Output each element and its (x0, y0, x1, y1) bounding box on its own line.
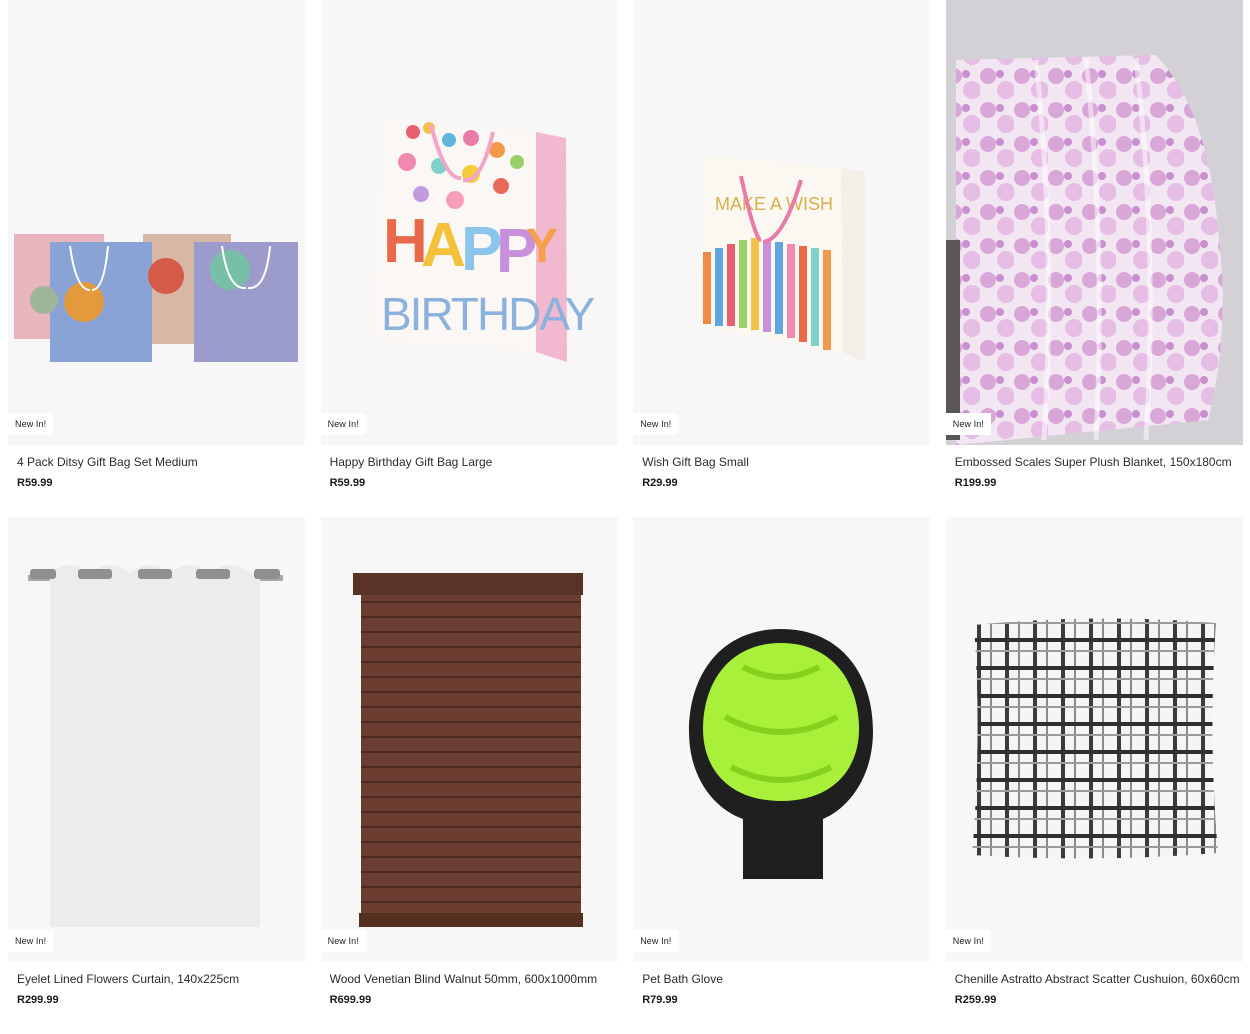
product-name[interactable]: Eyelet Lined Flowers Curtain, 140x225cm (17, 972, 305, 986)
blind-slat-line (360, 901, 581, 903)
product-grid-row-1: New In! 4 Pack Ditsy Gift Bag Set Medium… (8, 0, 1243, 500)
new-in-badge: New In! (320, 413, 366, 435)
product-price: R59.99 (17, 477, 53, 489)
product-price: R259.99 (954, 994, 997, 1006)
product-price: R299.99 (17, 994, 59, 1006)
blind-slat-line (360, 826, 581, 828)
blind-slat-line (360, 736, 581, 738)
product-price: R59.99 (329, 477, 366, 489)
blind-slat-line (360, 721, 581, 723)
product-name[interactable]: 4 Pack Ditsy Gift Bag Set Medium (17, 455, 305, 469)
venetian-blind-image (352, 573, 583, 927)
product-image-container[interactable]: MAKE A WISH New In! (633, 0, 931, 445)
product-card[interactable]: New In! Eyelet Lined Flowers Curtain, 14… (8, 517, 305, 1006)
new-in-badge: New In! (320, 930, 366, 952)
blind-slat-line (360, 811, 581, 813)
new-in-badge: New In! (8, 413, 54, 435)
product-card[interactable]: MAKE A WISH New In! Wish Gift Bag Small … (633, 0, 931, 500)
product-price: R29.99 (642, 477, 678, 489)
new-in-badge: New In! (945, 930, 991, 952)
svg-text:BIRTHDAY: BIRTHDAY (381, 288, 595, 340)
product-name[interactable]: Chenille Astratto Abstract Scatter Cushu… (955, 972, 1243, 986)
birthday-gift-bag-image: H A P P Y BIRTHDAY (372, 118, 596, 362)
pet-bath-glove-image (689, 629, 874, 879)
blind-slat-line (360, 616, 581, 618)
product-price: R699.99 (329, 994, 372, 1006)
product-name[interactable]: Happy Birthday Gift Bag Large (330, 455, 618, 469)
blind-slat-line (360, 676, 581, 678)
product-image-container[interactable]: New In! (8, 0, 305, 445)
product-card[interactable]: New In! Chenille Astratto Abstract Scatt… (945, 517, 1243, 1006)
product-image-container[interactable]: New In! (320, 517, 618, 962)
product-card[interactable]: H A P P Y BIRTHDAY New In! Happy Birthda… (320, 0, 618, 500)
product-image-container[interactable]: New In! (945, 517, 1243, 962)
product-image-container[interactable]: New In! (945, 0, 1243, 445)
new-in-badge: New In! (633, 413, 679, 435)
blind-slat-line (360, 841, 581, 843)
product-card[interactable]: New In! Embossed Scales Super Plush Blan… (945, 0, 1243, 500)
product-card[interactable]: New In! 4 Pack Ditsy Gift Bag Set Medium… (8, 0, 305, 500)
svg-text:A: A (421, 211, 466, 280)
product-card[interactable]: New In! Pet Bath Glove R79.99 (633, 517, 931, 1006)
new-in-badge: New In! (8, 930, 54, 952)
product-grid-row-2: New In! Eyelet Lined Flowers Curtain, 14… (8, 517, 1243, 1006)
wish-gift-bag-image: MAKE A WISH (697, 154, 866, 362)
blind-slat-line (360, 661, 581, 663)
curtain-image (28, 565, 283, 927)
product-name[interactable]: Wish Gift Bag Small (642, 455, 930, 469)
blind-slat-line (360, 781, 581, 783)
blind-slat-line (360, 691, 581, 693)
blind-slat-line (360, 886, 581, 888)
blind-slat-line (360, 706, 581, 708)
product-image-container[interactable]: H A P P Y BIRTHDAY New In! (320, 0, 618, 445)
new-in-badge: New In! (945, 413, 991, 435)
product-price: R199.99 (954, 477, 997, 489)
svg-text:Y: Y (526, 220, 558, 273)
plush-blanket-image (945, 0, 1243, 445)
svg-text:MAKE A WISH: MAKE A WISH (715, 194, 833, 214)
blind-slat-line (360, 856, 581, 858)
gift-bag-set-image (14, 234, 298, 362)
new-in-badge: New In! (633, 930, 679, 952)
blind-slat-line (360, 871, 581, 873)
blind-slat-line (360, 646, 581, 648)
product-image-container[interactable]: New In! (8, 517, 305, 962)
blind-slat-line (360, 796, 581, 798)
product-name[interactable]: Pet Bath Glove (642, 972, 930, 986)
blind-slat-line (360, 631, 581, 633)
product-name[interactable]: Embossed Scales Super Plush Blanket, 150… (955, 455, 1243, 469)
product-name[interactable]: Wood Venetian Blind Walnut 50mm, 600x100… (330, 972, 618, 986)
scatter-cushion-image (971, 618, 1218, 859)
blind-slat-line (360, 601, 581, 603)
blind-slat-line (360, 751, 581, 753)
product-price: R79.99 (642, 994, 678, 1006)
product-image-container[interactable]: New In! (633, 517, 931, 962)
blind-slat-line (360, 766, 581, 768)
product-card[interactable]: New In! Wood Venetian Blind Walnut 50mm,… (320, 517, 618, 1006)
